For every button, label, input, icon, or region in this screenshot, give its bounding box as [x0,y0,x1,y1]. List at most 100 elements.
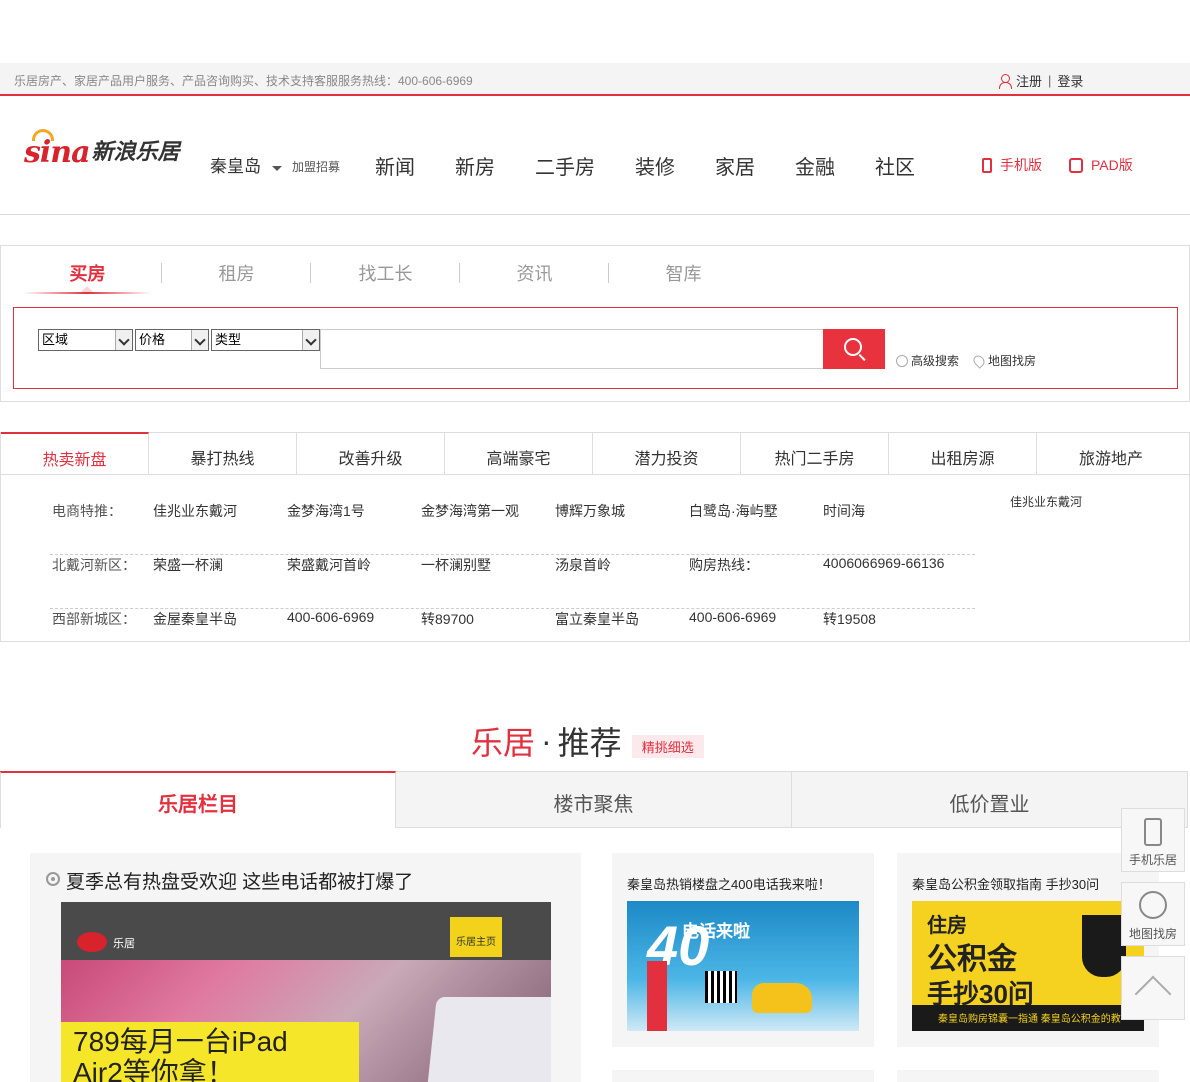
globe-icon [1139,891,1167,919]
register-link[interactable]: 注册 [1016,71,1042,90]
nav-item-community[interactable]: 社区 [875,151,915,180]
listing-link[interactable]: 富立秦皇半岛 [555,609,639,629]
listing-link[interactable]: 汤泉首岭 [555,555,611,575]
news-card-image[interactable]: 住房 公积金 手抄30问 秦皇岛购房锦囊一指通 秦皇岛公积金的教 [912,901,1144,1031]
feature-card[interactable]: 夏季总有热盘受欢迎 这些电话都被打爆了 乐居 乐居主页 789每月一台iPad … [30,853,581,1082]
map-find-button[interactable]: 地图找房 [1121,882,1185,946]
nav-item-news[interactable]: 新闻 [375,151,415,180]
nav-item-home[interactable]: 家居 [715,151,755,180]
search-input[interactable] [320,329,824,369]
hot-tabs: 热卖新盘 暴打热线 改善升级 高端豪宅 潜力投资 热门二手房 出租房源 旅游地产 [1,432,1189,475]
type-select[interactable]: 类型 [211,329,320,351]
tab-market-focus[interactable]: 楼市聚焦 [396,771,792,828]
listing-link[interactable]: 荣盛一杯澜 [153,555,223,575]
phone-icon [1144,818,1162,846]
listing-link[interactable]: 金屋秦皇半岛 [153,609,237,629]
mobile-version-label: 手机版 [1000,157,1042,173]
chevron-down-icon[interactable] [272,166,282,171]
tab-rent[interactable]: 租房 [162,246,311,304]
image-call-text: 电话来啦 [682,922,750,941]
service-hotline: 乐居房产、家居产品用户服务、产品咨询购买、技术支持客服服务热线：400-606-… [14,74,473,88]
image-logo-text: 乐居 [113,938,135,950]
tab-investment[interactable]: 潜力投资 [593,433,741,474]
listing-link[interactable]: 一杯澜别墅 [421,555,491,575]
tablet-icon [1069,157,1083,173]
side-listing-link[interactable]: 佳兆业东戴河 [1010,493,1082,510]
tab-rental[interactable]: 出租房源 [889,433,1037,474]
phone-extension: 转19508 [823,611,876,627]
recommend-tag: 精挑细选 [631,734,704,758]
sina-eye-icon [32,129,54,141]
image-bottom-text: 秦皇岛购房锦囊一指通 秦皇岛公积金的教 [938,1014,1121,1025]
listing-link[interactable]: 白鹭岛·海屿墅 [689,501,778,521]
search-icon [844,338,862,356]
feature-card-title[interactable]: 夏季总有热盘受欢迎 这些电话都被打爆了 [46,867,413,894]
news-card-image[interactable]: 40 电话来啦 [627,901,859,1031]
nav-item-second-hand[interactable]: 二手房 [535,151,595,180]
listing-link[interactable]: 荣盛戴河首岭 [287,555,371,575]
news-card[interactable] [897,1070,1159,1082]
nav-item-new-house[interactable]: 新房 [455,151,495,180]
nav-item-finance[interactable]: 金融 [795,151,835,180]
map-search-link[interactable]: 地图找房 [971,352,1036,369]
city-selector[interactable]: 秦皇岛 [210,152,261,177]
nav-item-decoration[interactable]: 装修 [635,151,675,180]
search-button[interactable] [823,329,885,369]
zoom-icon [896,354,908,367]
advanced-search-link[interactable]: 高级搜索 [896,352,959,369]
tab-foreman[interactable]: 找工长 [311,246,460,304]
back-to-top-button[interactable] [1121,956,1185,1020]
tab-buy[interactable]: 买房 [13,246,162,304]
price-select[interactable]: 价格 [135,329,209,351]
tab-leju-column[interactable]: 乐居栏目 [0,771,396,828]
user-icon [999,74,1012,89]
area-select-value: 区域 [42,332,69,347]
listing-link[interactable]: 佳兆业东戴河 [153,501,237,521]
news-card-title[interactable]: 秦皇岛热销楼盘之400电话我来啦！ [627,874,831,893]
area-select[interactable]: 区域 [38,329,133,351]
search-box: 区域 价格 类型 高级搜索 地图找房 [13,307,1178,389]
phone-number: 400-606-6969 [689,609,777,625]
promo-line-1: 789每月一台iPad [73,1026,288,1057]
site-header: sina 新浪乐居 秦皇岛 加盟招募 新闻 新房 二手房 装修 家居 金融 社区… [0,98,1190,215]
listing-link[interactable]: 金梦海湾第一观 [421,501,519,521]
hot-listings-panel: 热卖新盘 暴打热线 改善升级 高端豪宅 潜力投资 热门二手房 出租房源 旅游地产… [0,432,1190,642]
tab-luxury[interactable]: 高端豪宅 [445,433,593,474]
listing-row: 西部新城区： 金屋秦皇半岛 400-606-6969 转89700 富立秦皇半岛… [50,609,975,663]
tab-tourism[interactable]: 旅游地产 [1037,433,1185,474]
tab-upgrade[interactable]: 改善升级 [297,433,445,474]
promo-line-2: Air2等你拿！ [73,1057,235,1082]
search-tabs: 买房 租房 找工长 资讯 智库 [13,246,758,304]
recommend-title: 乐居 · 推荐 精挑细选 [471,718,704,764]
tab-hot-new[interactable]: 热卖新盘 [1,432,149,474]
listing-link[interactable]: 时间海 [823,501,865,521]
news-card[interactable] [612,1070,874,1082]
login-link[interactable]: 登录 [1057,71,1083,90]
tab-buy-label: 买房 [69,264,106,284]
news-card[interactable]: 秦皇岛热销楼盘之400电话我来啦！ 40 电话来啦 [612,853,874,1047]
pad-version-label: PAD版 [1091,157,1133,173]
mobile-version-link[interactable]: 手机版 [982,155,1042,175]
news-card[interactable]: 秦皇岛公积金领取指南 手抄30问 住房 公积金 手抄30问 秦皇岛购房锦囊一指通… [897,853,1159,1047]
listing-link[interactable]: 金梦海湾1号 [287,501,365,521]
join-link[interactable]: 加盟招募 [292,158,340,175]
tab-think-tank[interactable]: 智库 [609,246,758,304]
main-nav: 新闻 新房 二手房 装修 家居 金融 社区 [375,151,955,180]
news-card-title[interactable]: 秦皇岛公积金领取指南 手抄30问 [912,874,1099,893]
phone-number: 400-606-6969 [287,609,375,625]
listing-link[interactable]: 博辉万象城 [555,501,625,521]
tab-hotline[interactable]: 暴打热线 [149,433,297,474]
advanced-search-label: 高级搜索 [911,354,960,368]
pad-version-link[interactable]: PAD版 [1069,155,1133,175]
tab-second-hand[interactable]: 热门二手房 [741,433,889,474]
mobile-leju-button[interactable]: 手机乐居 [1121,808,1185,872]
listing-row: 电商特推： 佳兆业东戴河 金梦海湾1号 金梦海湾第一观 博辉万象城 白鹭岛·海屿… [50,501,975,555]
target-icon [46,872,60,886]
qr-code-icon [705,971,737,1003]
site-logo[interactable]: sina 新浪乐居 [24,129,180,170]
leju-badge-icon [1082,915,1126,977]
tab-news[interactable]: 资讯 [460,246,609,304]
feature-card-image[interactable]: 乐居 乐居主页 789每月一台iPad Air2等你拿！ [61,902,551,1082]
sina-logo-mark: sina [24,129,91,170]
account-links: 注册 | 登录 [999,71,1083,90]
